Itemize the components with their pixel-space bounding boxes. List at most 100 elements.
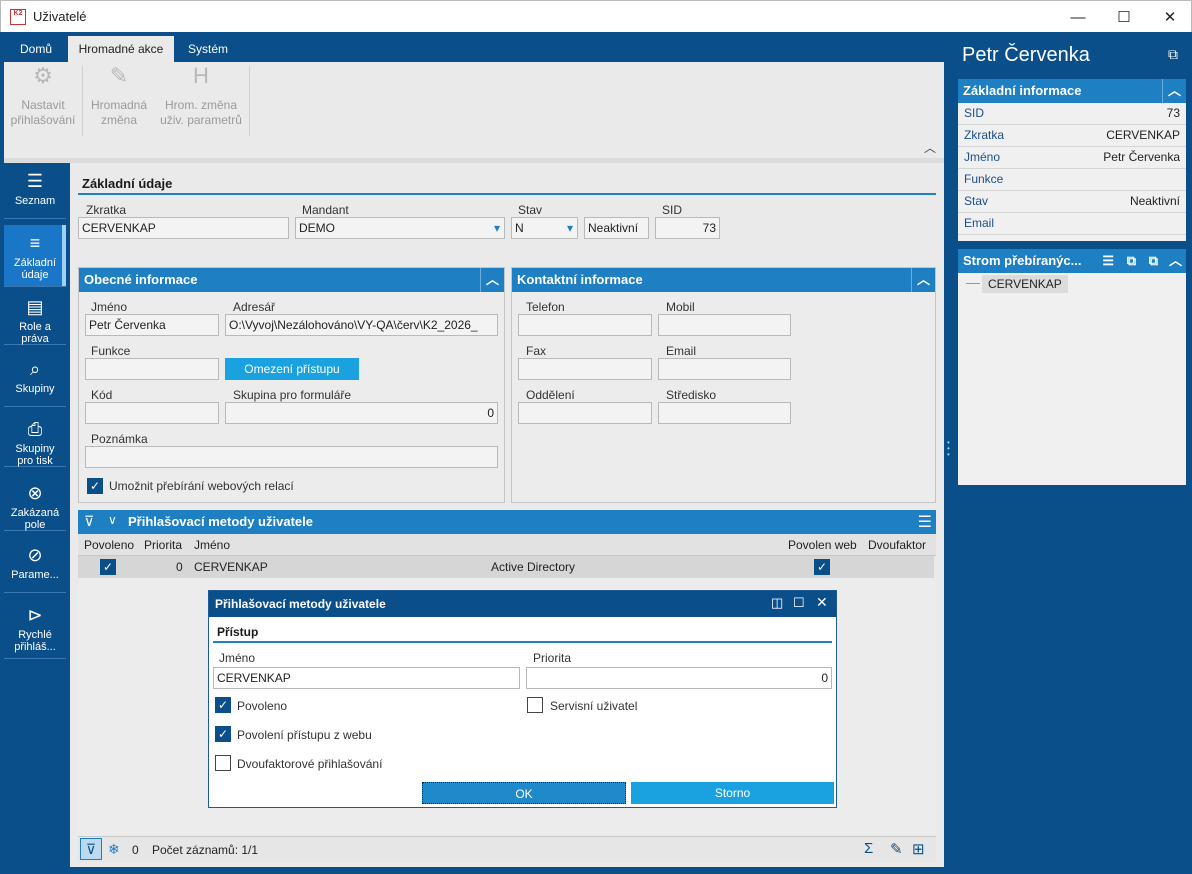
edit-icon[interactable]: ✎ xyxy=(890,840,903,858)
servisni-checkbox[interactable] xyxy=(527,697,543,713)
info-key: SID xyxy=(964,106,985,120)
maximize-icon[interactable]: ☐ xyxy=(793,595,805,611)
omezeni-pristupu-button[interactable]: Omezení přístupu xyxy=(225,358,359,380)
fax-label: Fax xyxy=(526,344,547,358)
col-dvoufaktor[interactable]: Dvoufaktor xyxy=(868,534,926,556)
poznamka-field[interactable] xyxy=(85,446,498,468)
ribbon-separator xyxy=(82,66,83,136)
add-record-icon[interactable]: ⊞ xyxy=(912,840,925,858)
adresar-field[interactable]: O:\Vyvoj\Nezálohováno\VY-QA\červ\K2_2026… xyxy=(225,314,498,336)
nav-rychle-prihlaseni[interactable]: ⊳ Rychlé přihláš... xyxy=(4,597,66,659)
nav-parametry[interactable]: ⊘ Parame... xyxy=(4,537,66,593)
oddeleni-field[interactable] xyxy=(518,402,652,424)
nav-label: Rychlé xyxy=(18,629,52,641)
poznamka-label: Poznámka xyxy=(91,432,148,446)
chevron-down-icon[interactable]: ▾ xyxy=(567,218,573,238)
tab-hromadne-akce[interactable]: Hromadné akce xyxy=(68,36,174,62)
menu-icon[interactable]: ☰ xyxy=(918,512,932,532)
nav-zakazana-pole[interactable]: ⊗ Zakázaná pole xyxy=(4,475,66,531)
tree-item[interactable]: CERVENKAP xyxy=(982,275,1068,293)
row-povoleno-checkbox[interactable]: ✓ xyxy=(100,559,116,575)
collapse-icon[interactable]: ︿ xyxy=(480,268,504,292)
nav-skupiny-pro-tisk[interactable]: ⎙ Skupiny pro tisk xyxy=(4,411,66,467)
nav-role-a-prava[interactable]: ▤ Role a práva xyxy=(4,289,66,345)
storno-button[interactable]: Storno xyxy=(631,782,834,804)
restore-icon[interactable]: ◫ xyxy=(771,595,783,611)
basic-info-title: Základní informace xyxy=(963,83,1082,98)
two-factor-checkbox[interactable] xyxy=(215,755,231,771)
skupina-field[interactable]: 0 xyxy=(225,402,498,424)
col-jmeno[interactable]: Jméno xyxy=(194,534,230,556)
filter-icon[interactable]: ⊽ xyxy=(84,513,94,530)
row-web-checkbox[interactable]: ✓ xyxy=(814,559,830,575)
app-logo: K2 xyxy=(10,9,26,25)
col-povoleno[interactable]: Povoleno xyxy=(84,534,134,556)
row-jmeno: CERVENKAP xyxy=(194,560,268,574)
chevron-down-icon[interactable]: ▾ xyxy=(494,218,500,238)
nav-label: Základní xyxy=(13,257,57,269)
info-value: CERVENKAP xyxy=(1106,128,1180,142)
dialog-jmeno-field[interactable]: CERVENKAP xyxy=(213,667,520,689)
zkratka-field[interactable]: CERVENKAP xyxy=(78,217,289,239)
tab-system[interactable]: Systém xyxy=(178,36,238,62)
filter-icon[interactable]: ⊽ xyxy=(80,838,102,860)
nav-label: Zakázaná xyxy=(10,507,60,519)
expand-all-icon[interactable]: ⧉ xyxy=(1127,249,1136,273)
close-icon[interactable]: ✕ xyxy=(816,594,828,611)
info-row-funkce: Funkce xyxy=(958,169,1186,191)
nav-seznam[interactable]: ☰ Seznam xyxy=(4,163,66,219)
sum-icon[interactable]: Σ xyxy=(864,840,873,857)
hromadna-zmena-button[interactable]: ✎ Hromadná změna xyxy=(86,65,152,128)
col-priorita[interactable]: Priorita xyxy=(144,534,182,556)
collapse-icon[interactable]: ︿ xyxy=(911,268,935,292)
role-icon: ▤ xyxy=(26,297,44,317)
mobil-field[interactable] xyxy=(658,314,791,336)
snow-count: 0 xyxy=(132,843,139,857)
parameters-icon: ⊘ xyxy=(27,545,43,565)
basic-info-header: Základní informace ︿ xyxy=(958,79,1186,103)
dialog-priorita-field[interactable]: 0 xyxy=(526,667,832,689)
jmeno-field[interactable]: Petr Červenka xyxy=(85,314,219,336)
login-method-dialog: Přihlašovací metody uživatele ◫ ☐ ✕ Přís… xyxy=(208,590,837,808)
tree-panel: Strom přebíranýc... ☰ ⧉ ⧉ ︿ CERVENKAP xyxy=(958,249,1186,485)
open-external-icon[interactable]: ⧉ xyxy=(1168,46,1178,63)
nastavit-prihlasovani-button[interactable]: ⚙ Nastavit přihlašování xyxy=(8,65,78,128)
col-povolen-web[interactable]: Povolen web xyxy=(788,534,857,556)
info-key: Email xyxy=(964,216,995,230)
chevron-down-icon[interactable]: ∨ xyxy=(108,513,117,527)
telefon-field[interactable] xyxy=(518,314,652,336)
close-button[interactable]: ✕ xyxy=(1147,1,1192,33)
web-relace-checkbox[interactable]: ✓ xyxy=(87,478,103,494)
stredisko-field[interactable] xyxy=(658,402,791,424)
collapse-icon[interactable]: ︿ xyxy=(1169,249,1182,273)
ok-button[interactable]: OK xyxy=(422,782,626,804)
splitter-handle[interactable]: • • • xyxy=(947,439,951,464)
nav-skupiny[interactable]: ⌕ Skupiny xyxy=(4,351,66,407)
mandant-select[interactable]: DEMO ▾ xyxy=(295,217,505,239)
mobil-label: Mobil xyxy=(666,300,695,314)
collapse-icon[interactable]: ︿ xyxy=(1162,79,1186,103)
nav-zakladni-udaje[interactable]: ≡ Základní údaje xyxy=(4,225,66,287)
web-access-checkbox[interactable]: ✓ xyxy=(215,726,231,742)
window-titlebar: K2 Uživatelé — ☐ ✕ xyxy=(0,0,1192,32)
hrom-zmena-parametru-button[interactable]: H Hrom. změna uživ. parametrů xyxy=(156,65,246,128)
povoleno-checkbox[interactable]: ✓ xyxy=(215,697,231,713)
fax-field[interactable] xyxy=(518,358,652,380)
stav-select[interactable]: N ▾ xyxy=(511,217,578,239)
funkce-field[interactable] xyxy=(85,358,219,380)
collapse-all-icon[interactable]: ⧉ xyxy=(1149,249,1158,273)
table-row[interactable]: ✓ 0 CERVENKAP Active Directory ✓ xyxy=(78,556,934,578)
snowflake-icon[interactable]: ❄ xyxy=(108,841,120,858)
ribbon-collapse-icon[interactable]: ︿ xyxy=(924,139,936,156)
maximize-button[interactable]: ☐ xyxy=(1101,1,1147,33)
forbidden-field-icon: ⊗ xyxy=(27,483,43,503)
methods-header: ⊽ ∨ Přihlašovací metody uživatele ☰ xyxy=(78,510,936,534)
dialog-titlebar: Přihlašovací metody uživatele ◫ ☐ ✕ xyxy=(209,591,836,617)
tab-domu[interactable]: Domů xyxy=(8,36,64,62)
stav-label: Stav xyxy=(518,203,543,217)
kod-field[interactable] xyxy=(85,402,219,424)
menu-icon[interactable]: ☰ xyxy=(1102,249,1114,273)
email-field[interactable] xyxy=(658,358,791,380)
hromadna-label-2: změna xyxy=(100,113,138,127)
minimize-button[interactable]: — xyxy=(1055,1,1101,33)
